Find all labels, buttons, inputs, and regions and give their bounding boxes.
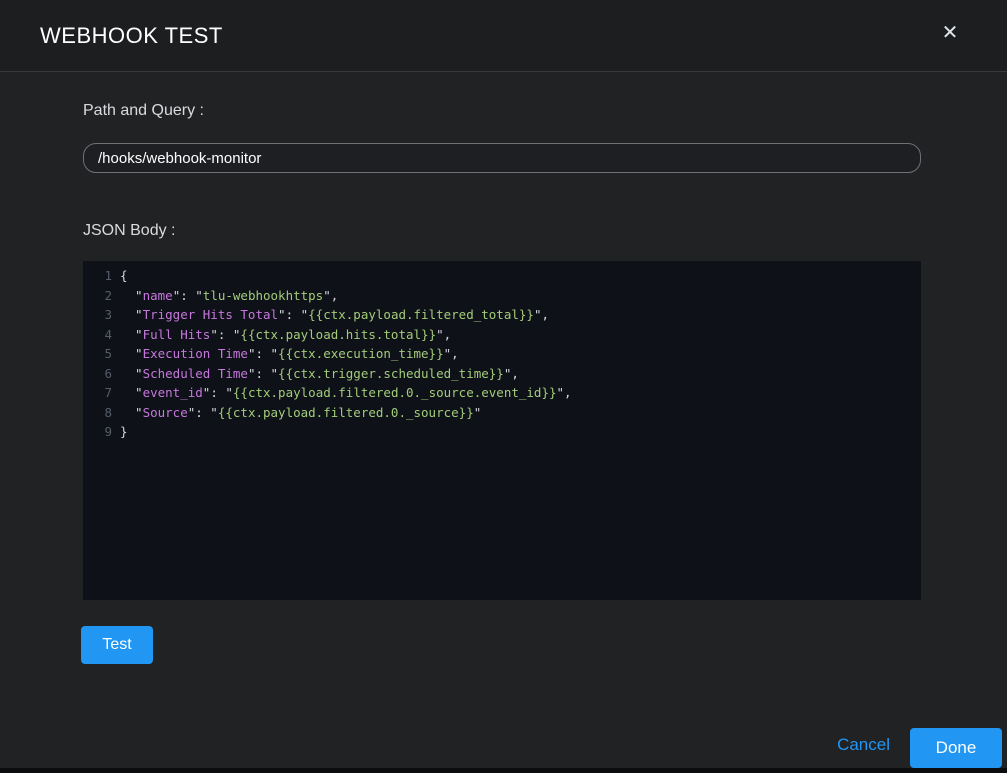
code-text: "Scheduled Time": "{{ctx.trigger.schedul… bbox=[112, 364, 519, 384]
cancel-button[interactable]: Cancel bbox=[837, 735, 890, 755]
dialog-header: WEBHOOK TEST ✕ bbox=[0, 0, 1007, 72]
line-number: 7 bbox=[83, 383, 112, 403]
close-icon[interactable]: ✕ bbox=[937, 20, 963, 46]
code-text: "Execution Time": "{{ctx.execution_time}… bbox=[112, 344, 459, 364]
page-backdrop bbox=[0, 768, 1007, 773]
line-number: 6 bbox=[83, 364, 112, 384]
code-text: "event_id": "{{ctx.payload.filtered.0._s… bbox=[112, 383, 572, 403]
json-body-label: JSON Body : bbox=[83, 222, 175, 240]
dialog-title: WEBHOOK TEST bbox=[40, 23, 223, 49]
line-number: 8 bbox=[83, 403, 112, 423]
line-number: 2 bbox=[83, 286, 112, 306]
code-line: 1{ bbox=[83, 266, 921, 286]
code-text: { bbox=[112, 266, 128, 286]
code-line: 3 "Trigger Hits Total": "{{ctx.payload.f… bbox=[83, 305, 921, 325]
done-button[interactable]: Done bbox=[910, 728, 1002, 768]
code-line: 7 "event_id": "{{ctx.payload.filtered.0.… bbox=[83, 383, 921, 403]
line-number: 3 bbox=[83, 305, 112, 325]
code-line: 2 "name": "tlu-webhookhttps", bbox=[83, 286, 921, 306]
path-and-query-input[interactable] bbox=[83, 143, 921, 173]
line-number: 1 bbox=[83, 266, 112, 286]
test-button[interactable]: Test bbox=[81, 626, 153, 664]
code-line: 5 "Execution Time": "{{ctx.execution_tim… bbox=[83, 344, 921, 364]
code-text: "name": "tlu-webhookhttps", bbox=[112, 286, 338, 306]
line-number: 9 bbox=[83, 422, 112, 442]
code-line: 6 "Scheduled Time": "{{ctx.trigger.sched… bbox=[83, 364, 921, 384]
line-number: 5 bbox=[83, 344, 112, 364]
json-body-editor[interactable]: 1{2 "name": "tlu-webhookhttps",3 "Trigge… bbox=[83, 261, 921, 600]
code-line: 8 "Source": "{{ctx.payload.filtered.0._s… bbox=[83, 403, 921, 423]
code-text: "Source": "{{ctx.payload.filtered.0._sou… bbox=[112, 403, 481, 423]
code-line: 9} bbox=[83, 422, 921, 442]
code-line: 4 "Full Hits": "{{ctx.payload.hits.total… bbox=[83, 325, 921, 345]
code-text: "Trigger Hits Total": "{{ctx.payload.fil… bbox=[112, 305, 549, 325]
webhook-test-dialog: WEBHOOK TEST ✕ Path and Query : JSON Bod… bbox=[0, 0, 1007, 768]
code-text: "Full Hits": "{{ctx.payload.hits.total}}… bbox=[112, 325, 451, 345]
line-number: 4 bbox=[83, 325, 112, 345]
dialog-footer: Cancel Done bbox=[0, 723, 1007, 768]
path-and-query-label: Path and Query : bbox=[83, 102, 204, 120]
code-text: } bbox=[112, 422, 128, 442]
